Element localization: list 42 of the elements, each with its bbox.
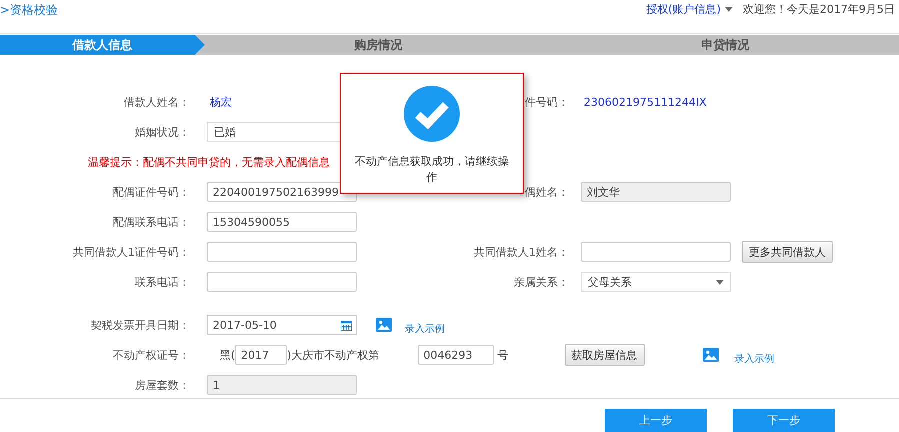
field-label: 件号码： [524,94,569,110]
field-value: 2306021975111244IX [583,96,708,108]
field-label: 房屋套数： [134,378,190,392]
field-label: 契税发票开具日期： [90,318,190,332]
prefix-text: 黑( [220,348,236,362]
image-icon[interactable] [702,348,719,362]
field-label: 不动产权证号： [112,348,190,362]
number-field[interactable]: 0046293 [418,345,494,365]
example-link[interactable]: 录入示例 [734,352,775,366]
calendar-icon[interactable] [341,320,352,330]
caret-icon [716,280,724,284]
example-link[interactable]: 录入示例 [405,322,445,336]
field-label: 配偶证件号码： [112,184,190,200]
input-field[interactable]: 15304590055 [207,212,357,232]
field-label: 共同借款人1姓名： [473,244,569,260]
check-icon [404,86,460,142]
warning-text: 温馨提示：配偶不共同申贷的，无需录入配偶信息 [87,154,330,170]
image-icon[interactable] [376,318,392,332]
breadcrumb[interactable]: >资格校验 [0,2,58,19]
fetch-house-button[interactable]: 获取房屋信息 [564,344,645,366]
input-field[interactable] [207,272,357,292]
certificate-text: )大庆市不动产权第 [287,348,380,362]
field-label: 配偶联系电话： [112,214,190,230]
date-field[interactable]: 2017-05-10 [207,315,357,335]
input-field[interactable] [207,242,357,262]
account-menu[interactable]: 授权(账户信息) [646,2,733,17]
field-label: 偶姓名： [524,184,569,200]
select-field[interactable]: 父母关系 [581,272,731,292]
caret-icon [725,7,733,12]
field-value: 杨宏 [209,94,233,110]
field-label: 联系电话： [134,274,190,290]
input-field[interactable] [581,242,731,262]
field-label: 共同借款人1证件号码： [72,244,190,260]
year-field[interactable]: 2017 [235,345,288,365]
input-field[interactable]: 220400197502163999 [207,182,357,202]
dialog-message: 不动产信息获取成功，请继续操作 [354,154,510,186]
suffix-text: 号 [498,348,509,362]
field-label: 亲属关系： [513,274,569,290]
welcome-text: 欢迎您！今天是2017年9月5日 [743,2,895,17]
field-label: 婚姻状况： [134,124,190,140]
add-borrower-button[interactable]: 更多共同借款人 [742,241,833,263]
field-label: 借款人姓名： [123,94,190,110]
